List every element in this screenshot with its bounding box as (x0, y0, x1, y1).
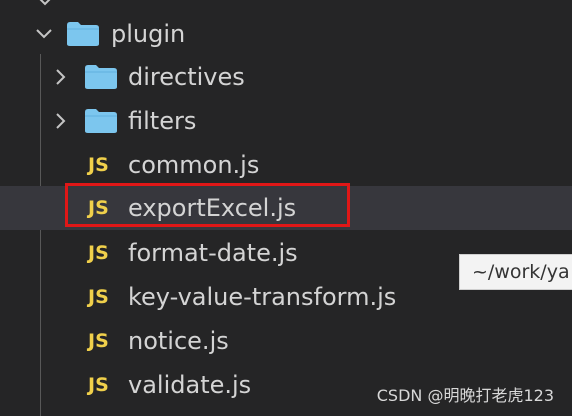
tree-item-label: directives (128, 63, 245, 91)
watermark: CSDN @明晚打老虎123 (376, 386, 554, 405)
chevron-right-icon[interactable] (52, 68, 70, 86)
js-file-icon: JS (88, 154, 109, 176)
tree-item-label: key-value-transform.js (128, 283, 397, 311)
path-tooltip: ~/work/ya (459, 254, 572, 290)
tree-item-directives[interactable]: directives (0, 55, 572, 99)
folder-icon (84, 108, 118, 134)
js-file-icon: JS (88, 242, 109, 264)
tree-item-label: format-date.js (128, 239, 298, 267)
tree-item-common-js[interactable]: JS common.js (0, 143, 572, 187)
chevron-right-icon[interactable] (52, 112, 70, 130)
tree-item-label: filters (128, 107, 197, 135)
file-explorer-tree: plugin directives filters JS common.js J… (0, 0, 572, 416)
highlight-annotation (65, 183, 350, 227)
tree-item-label: validate.js (128, 371, 252, 399)
tree-item-plugin[interactable]: plugin (0, 12, 572, 56)
tree-item-filters[interactable]: filters (0, 99, 572, 143)
js-file-icon: JS (88, 330, 109, 352)
folder-icon (84, 64, 118, 90)
tree-item-label: plugin (111, 20, 186, 48)
clipped-row (0, 0, 572, 10)
folder-icon (66, 21, 100, 47)
tooltip-text: ~/work/ya (472, 261, 570, 283)
js-file-icon: JS (88, 286, 109, 308)
chevron-icon (38, 0, 52, 6)
tree-item-notice-js[interactable]: JS notice.js (0, 319, 572, 363)
tree-item-label: common.js (128, 151, 260, 179)
js-file-icon: JS (88, 374, 109, 396)
chevron-down-icon[interactable] (35, 25, 53, 43)
tree-item-label: notice.js (128, 327, 229, 355)
